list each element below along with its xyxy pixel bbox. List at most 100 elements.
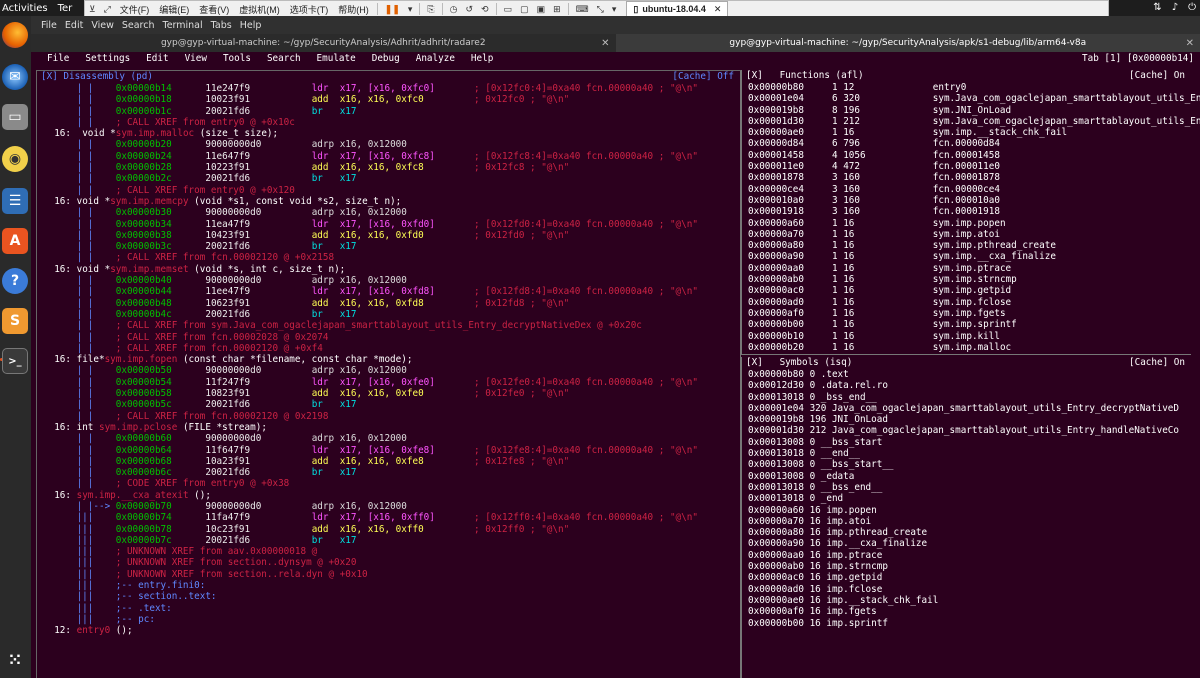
function-row[interactable]: 0x00001878 3 160 fcn.00001878	[748, 172, 1200, 183]
symbol-row[interactable]: 0x00000ac0 16 imp.getpid	[748, 572, 1179, 583]
disasm-line[interactable]: ||| 0x00000b7c 20021fd6 br x17	[43, 535, 698, 546]
function-row[interactable]: 0x00000a70 1 16 sym.imp.atoi	[748, 229, 1200, 240]
disasm-line[interactable]: ||| ; UNKNOWN XREF from section..dynsym …	[43, 557, 698, 568]
disasm-line[interactable]: | | 0x00000b20 90000000d0 adrp x16, 0x12…	[43, 139, 698, 150]
r2-menu-edit[interactable]: Edit	[130, 53, 168, 64]
function-row[interactable]: 0x00000ab0 1 16 sym.imp.strncmp	[748, 274, 1200, 285]
topbar-app-menu[interactable]: Ter	[54, 3, 73, 14]
function-row[interactable]: 0x000010a0 3 160 fcn.000010a0	[748, 195, 1200, 206]
disasm-line[interactable]: | | 0x00000b68 10a23f91 add x16, x16, 0x…	[43, 456, 698, 467]
term-menu-help[interactable]: Help	[236, 20, 266, 31]
thunderbird-icon[interactable]: ✉	[2, 64, 28, 90]
disasm-line[interactable]: | | 0x00000b24 11e647f9 ldr x17, [x16, 0…	[43, 151, 698, 162]
term-menu-tabs[interactable]: Tabs	[207, 20, 236, 31]
disasm-line[interactable]: | | ; CALL XREF from entry0 @ +0x10c	[43, 117, 698, 128]
function-row[interactable]: 0x00001918 3 160 fcn.00001918	[748, 206, 1200, 217]
terminal-tab-arm64[interactable]: gyp@gyp-virtual-machine: ~/gyp/SecurityA…	[615, 34, 1200, 52]
disasm-line[interactable]: ||| ;-- section..text:	[43, 591, 698, 602]
help-icon[interactable]: ?	[2, 268, 28, 294]
function-row[interactable]: 0x00000b20 1 16 sym.imp.malloc	[748, 342, 1200, 353]
term-menu-file[interactable]: File	[37, 20, 61, 31]
function-row[interactable]: 0x00000ac0 1 16 sym.imp.getpid	[748, 285, 1200, 296]
symbol-row[interactable]: 0x00000a60 16 imp.popen	[748, 505, 1179, 516]
vm-menu-view[interactable]: 查看(V)	[194, 3, 234, 16]
symbol-row[interactable]: 0x00000a80 16 imp.pthread_create	[748, 527, 1179, 538]
function-row[interactable]: 0x00000af0 1 16 sym.imp.fgets	[748, 308, 1200, 319]
symbol-row[interactable]: 0x00000aa0 16 imp.ptrace	[748, 550, 1179, 561]
r2-menu-analyze[interactable]: Analyze	[400, 53, 455, 64]
terminal-icon[interactable]: >_	[2, 348, 28, 374]
software-icon[interactable]: A	[2, 228, 28, 254]
function-row[interactable]: 0x000011e0 4 472 fcn.000011e0	[748, 161, 1200, 172]
symbol-row[interactable]: 0x00013018 0 _end	[748, 493, 1179, 504]
function-row[interactable]: 0x00000a60 1 16 sym.imp.popen	[748, 218, 1200, 229]
rhythmbox-icon[interactable]: ◉	[2, 146, 28, 172]
functions-title[interactable]: [X] Functions (afl)	[746, 70, 864, 81]
close-icon[interactable]: ✕	[601, 38, 609, 49]
disasm-line[interactable]: | | 0x00000b28 10223f91 add x16, x16, 0x…	[43, 162, 698, 173]
disasm-line[interactable]: ||| ;-- .text:	[43, 603, 698, 614]
disasm-line[interactable]: 16: void *sym.imp.memcpy (void *s1, cons…	[43, 196, 698, 207]
library-icon[interactable]: ▭	[500, 1, 517, 17]
disasm-line[interactable]: | | 0x00000b38 10423f91 add x16, x16, 0x…	[43, 230, 698, 241]
symbol-row[interactable]: 0x00013018 0 __end__	[748, 448, 1179, 459]
disasm-line[interactable]: | | ; CALL XREF from fcn.00002120 @ 0x21…	[43, 411, 698, 422]
r2-menu-settings[interactable]: Settings	[69, 53, 130, 64]
disasm-line[interactable]: 16: void *sym.imp.malloc (size_t size);	[43, 128, 698, 139]
r2-menu-help[interactable]: Help	[455, 53, 493, 64]
function-row[interactable]: 0x00001d30 1 212 sym.Java_com_ogaclejapa…	[748, 116, 1200, 127]
symbol-row[interactable]: 0x00012d30 0 .data.rel.ro	[748, 380, 1179, 391]
terminal-content[interactable]: File Settings Edit View Tools Search Emu…	[31, 52, 1200, 678]
stretch-icon[interactable]: ⤡	[593, 1, 608, 17]
disasm-line[interactable]: | | 0x00000b34 11ea47f9 ldr x17, [x16, 0…	[43, 219, 698, 230]
vm-menu-help[interactable]: 帮助(H)	[333, 3, 374, 16]
function-row[interactable]: 0x00000aa0 1 16 sym.imp.ptrace	[748, 263, 1200, 274]
dropdown-icon[interactable]: ▾	[608, 1, 621, 17]
disasm-line[interactable]: ||| ;-- entry.fini0:	[43, 580, 698, 591]
disasm-line[interactable]: 12: entry0 ();	[43, 625, 698, 636]
symbol-row[interactable]: 0x000019b8 196 JNI_OnLoad	[748, 414, 1179, 425]
disasm-line[interactable]: ||| 0x00000b74 11fa47f9 ldr x17, [x16, 0…	[43, 512, 698, 523]
disasm-line[interactable]: | | 0x00000b48 10623f91 add x16, x16, 0x…	[43, 298, 698, 309]
power-icon[interactable]: ⏻	[1188, 2, 1196, 13]
r2-menu-view[interactable]: View	[169, 53, 207, 64]
disasm-line[interactable]: ||| ; UNKNOWN XREF from aav.0x00000018 @	[43, 546, 698, 557]
disasm-line[interactable]: | | ; CALL XREF from fcn.00002120 @ +0x2…	[43, 252, 698, 263]
disasm-line[interactable]: | | 0x00000b18 10023f91 add x16, x16, 0x…	[43, 94, 698, 105]
vm-menu-vm[interactable]: 虚拟机(M)	[234, 3, 285, 16]
term-menu-search[interactable]: Search	[118, 20, 159, 31]
close-icon[interactable]: ✕	[714, 4, 722, 15]
symbol-row[interactable]: 0x00013018 0 __bss_end__	[748, 482, 1179, 493]
symbol-row[interactable]: 0x00001d30 212 Java_com_ogaclejapan_smar…	[748, 425, 1179, 436]
disasm-line[interactable]: 16: sym.imp.__cxa_atexit ();	[43, 490, 698, 501]
r2-menu-emulate[interactable]: Emulate	[301, 53, 356, 64]
disasm-line[interactable]: | | ; CALL XREF from fcn.00002120 @ +0xf…	[43, 343, 698, 354]
function-row[interactable]: 0x00000ae0 1 16 sym.imp.__stack_chk_fail	[748, 127, 1200, 138]
disasm-line[interactable]: | | 0x00000b4c 20021fd6 br x17	[43, 309, 698, 320]
network-icon[interactable]: ⇅	[1153, 2, 1161, 13]
disasm-line[interactable]: | | ; CALL XREF from entry0 @ +0x120	[43, 185, 698, 196]
function-row[interactable]: 0x00000b80 1 12 entry0	[748, 82, 1200, 93]
functions-panel[interactable]: [X] Functions (afl) [Cache] On 0x00000b8…	[741, 70, 1200, 355]
symbol-row[interactable]: 0x00000af0 16 imp.fgets	[748, 606, 1179, 617]
snapshot-manager-icon[interactable]: ⟲	[477, 1, 493, 17]
symbol-row[interactable]: 0x00000a90 16 imp.__cxa_finalize	[748, 538, 1179, 549]
symbol-row[interactable]: 0x00000ae0 16 imp.__stack_chk_fail	[748, 595, 1179, 606]
pin-icon[interactable]: ⊻	[85, 1, 100, 17]
term-menu-edit[interactable]: Edit	[61, 20, 87, 31]
unity-icon[interactable]: ⊞	[549, 1, 565, 17]
firefox-icon[interactable]	[2, 22, 28, 48]
disasm-line[interactable]: | | 0x00000b1c 20021fd6 br x17	[43, 106, 698, 117]
functions-cache[interactable]: [Cache] On	[1129, 70, 1185, 81]
function-row[interactable]: 0x00000d84 6 796 fcn.00000d84	[748, 138, 1200, 149]
activities-button[interactable]: Activities	[0, 3, 54, 14]
disasm-line[interactable]: | | 0x00000b44 11ee47f9 ldr x17, [x16, 0…	[43, 286, 698, 297]
symbols-title[interactable]: [X] Symbols (isq)	[746, 357, 852, 368]
function-row[interactable]: 0x00000a80 1 16 sym.imp.pthread_create	[748, 240, 1200, 251]
send-ctrl-alt-del-icon[interactable]: ⎘	[423, 1, 438, 17]
console-view-icon[interactable]: ▣	[533, 1, 550, 17]
disasm-line[interactable]: | | 0x00000b5c 20021fd6 br x17	[43, 399, 698, 410]
function-row[interactable]: 0x00001458 4 1056 fcn.00001458	[748, 150, 1200, 161]
symbols-cache[interactable]: [Cache] On	[1129, 357, 1185, 368]
function-row[interactable]: 0x00000a90 1 16 sym.imp.__cxa_finalize	[748, 251, 1200, 262]
